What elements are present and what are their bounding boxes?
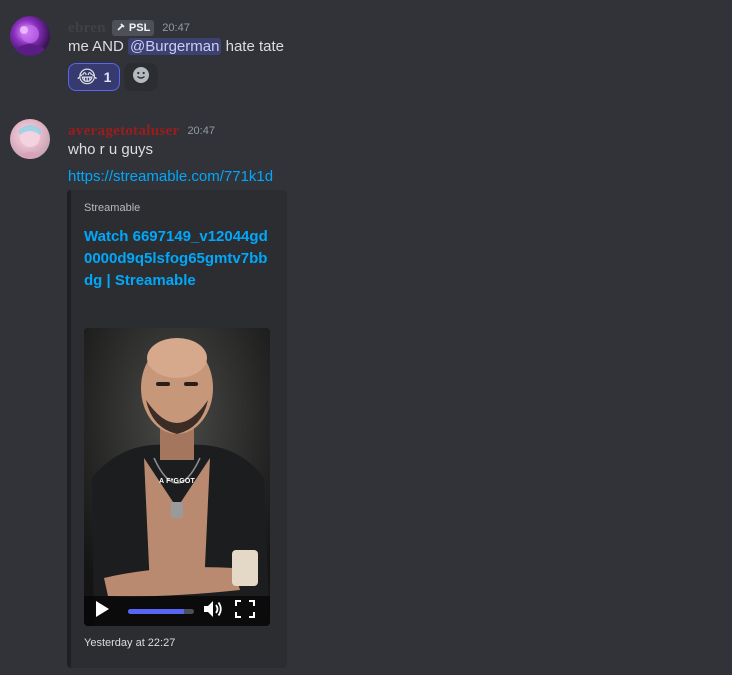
link-embed: Streamable Watch 6697149_v12044gd0000d9q…	[67, 190, 287, 668]
play-button[interactable]	[92, 600, 112, 622]
embed-provider[interactable]: Streamable	[84, 202, 140, 214]
text-segment: me AND	[68, 38, 129, 55]
reactions-bar: 😂 1	[68, 63, 158, 91]
progress-fill	[128, 609, 185, 614]
tag-label: PSL	[128, 22, 151, 34]
embed-title[interactable]: Watch 6697149_v12044gd0000d9q5lsfog65gmt…	[84, 226, 274, 292]
timestamp[interactable]: 20:47	[187, 125, 215, 137]
role-tag[interactable]: PSL	[111, 20, 155, 36]
fullscreen-icon	[235, 599, 255, 623]
message-header: averagetotaluser 20:47	[68, 121, 215, 141]
message-header: ebren PSL 20:47	[68, 18, 190, 38]
play-icon	[95, 600, 109, 622]
volume-icon	[203, 600, 223, 623]
video-thumbnail	[84, 328, 270, 626]
video-player[interactable]: A F*GGOT	[84, 328, 270, 626]
text-segment: hate tate	[221, 38, 285, 55]
reaction-count: 1	[103, 69, 112, 85]
avatar[interactable]	[10, 119, 50, 159]
video-caption: A F*GGOT	[159, 478, 195, 485]
message-link[interactable]: https://streamable.com/771k1d	[68, 168, 273, 185]
video-controls	[84, 596, 270, 626]
add-reaction-icon	[132, 66, 150, 89]
username[interactable]: averagetotaluser	[68, 123, 179, 140]
avatar[interactable]	[10, 16, 50, 56]
message-content: me AND @Burgerman hate tate	[68, 38, 284, 55]
reaction-button[interactable]: 😂 1	[68, 63, 120, 91]
message-content: who r u guys	[68, 141, 154, 158]
fullscreen-button[interactable]	[234, 599, 256, 623]
timestamp[interactable]: 20:47	[162, 22, 190, 34]
add-reaction-button[interactable]	[124, 63, 158, 91]
embed-footer: Yesterday at 22:27	[84, 637, 176, 649]
username[interactable]: ebren	[68, 20, 106, 37]
wrench-icon	[116, 22, 126, 35]
user-mention[interactable]: @Burgerman	[128, 38, 222, 55]
face-with-tears-of-joy-icon: 😂	[76, 67, 98, 87]
progress-bar[interactable]	[128, 609, 194, 614]
volume-button[interactable]	[202, 600, 224, 623]
